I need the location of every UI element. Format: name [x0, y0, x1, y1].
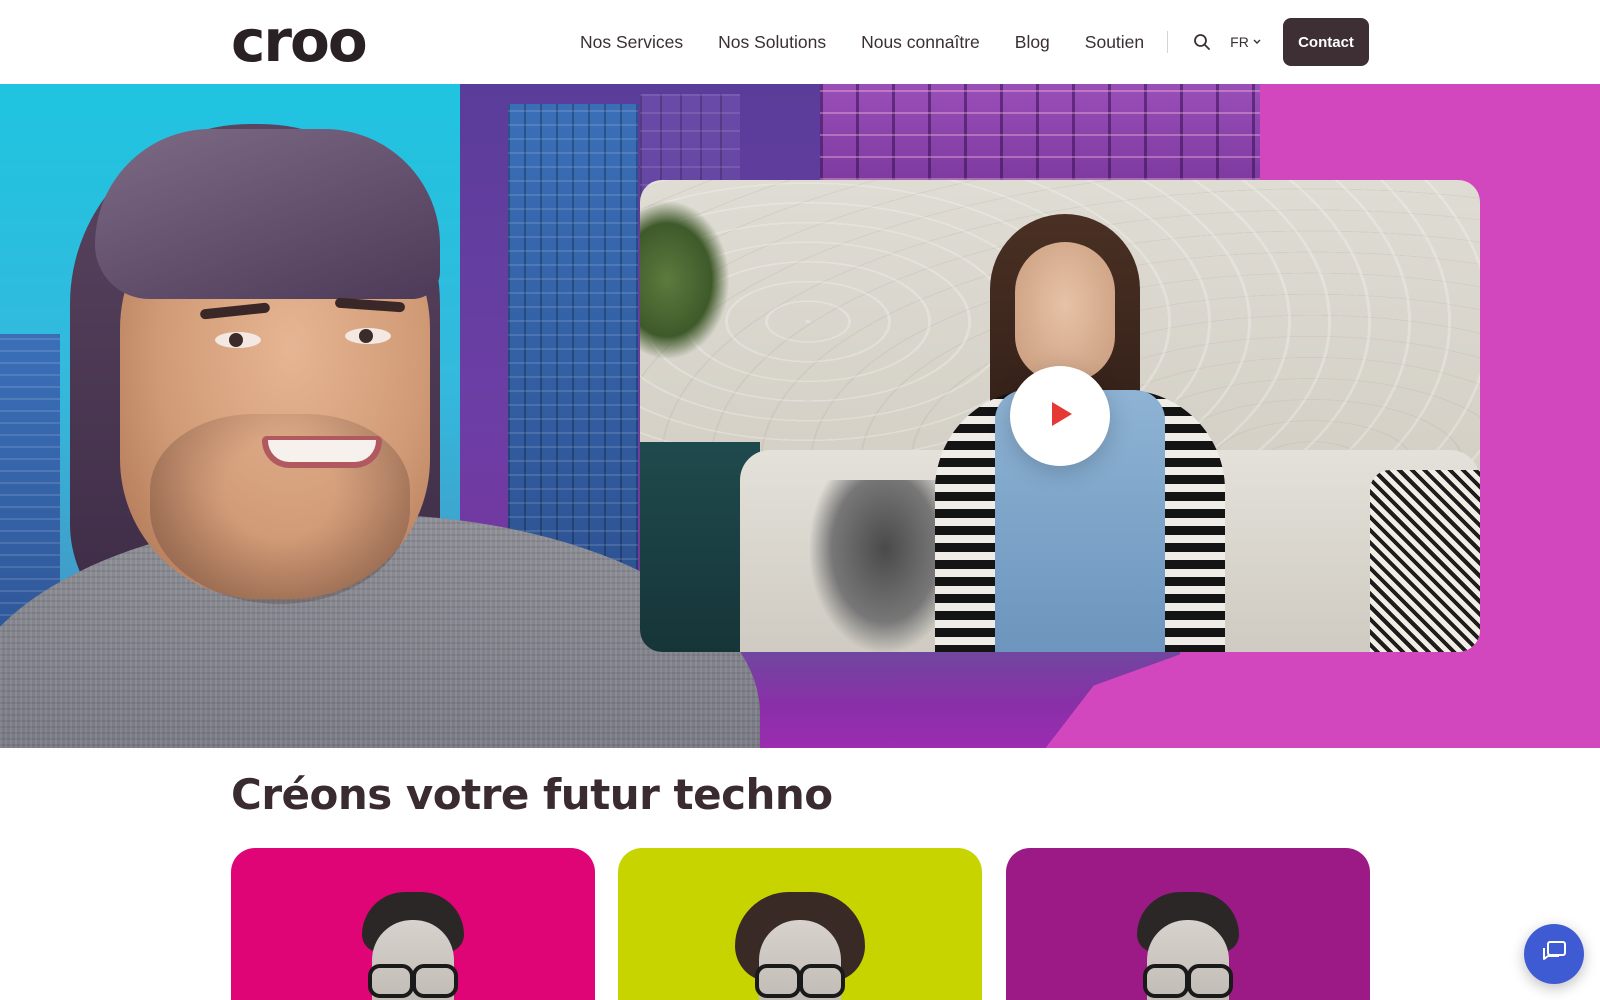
- nav-item-support[interactable]: Soutien: [1085, 32, 1144, 53]
- team-card[interactable]: [618, 848, 982, 1000]
- team-card[interactable]: [1006, 848, 1370, 1000]
- building-illustration: [820, 84, 1260, 180]
- play-button[interactable]: [1010, 366, 1110, 466]
- nav-item-solutions[interactable]: Nos Solutions: [718, 32, 826, 53]
- chat-icon: [1539, 937, 1569, 972]
- main-nav: Nos Services Nos Solutions Nous connaîtr…: [580, 0, 1281, 84]
- nav-item-about[interactable]: Nous connaître: [861, 32, 980, 53]
- chevron-down-icon: [1253, 37, 1261, 47]
- site-header: croo Nos Services Nos Solutions Nous con…: [0, 0, 1600, 84]
- plant-illustration: [640, 200, 730, 360]
- video-thumbnail-person: [1015, 242, 1115, 382]
- nav-item-services[interactable]: Nos Services: [580, 32, 683, 53]
- logo[interactable]: croo: [231, 6, 368, 76]
- nav-divider: [1167, 31, 1169, 53]
- chat-button[interactable]: [1524, 924, 1584, 984]
- section-title: Créons votre futur techno: [231, 770, 833, 819]
- street-illustration: [700, 644, 1180, 748]
- team-card[interactable]: [231, 848, 595, 1000]
- language-label: FR: [1230, 34, 1249, 50]
- page: croo Nos Services Nos Solutions Nous con…: [0, 0, 1600, 1000]
- team-member-photo: [735, 892, 865, 1000]
- team-member-photo: [1133, 892, 1243, 1000]
- play-icon: [1045, 399, 1075, 434]
- language-selector[interactable]: FR: [1230, 34, 1261, 50]
- hero: [0, 84, 1600, 748]
- nav-item-blog[interactable]: Blog: [1015, 32, 1050, 53]
- team-member-photo: [358, 892, 468, 1000]
- contact-button[interactable]: Contact: [1283, 18, 1369, 66]
- search-icon[interactable]: [1190, 30, 1214, 54]
